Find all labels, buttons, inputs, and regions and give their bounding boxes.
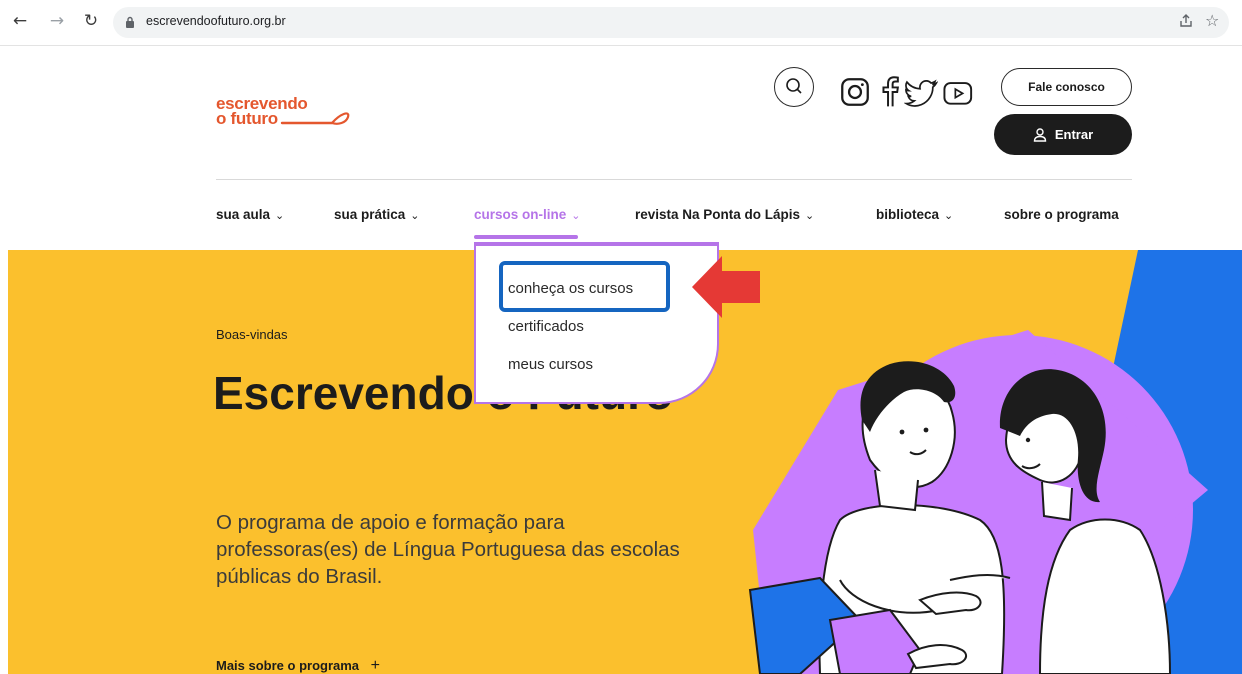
forward-icon[interactable]: → bbox=[46, 10, 68, 32]
search-button[interactable] bbox=[774, 67, 814, 107]
mais-sobre-label: Mais sobre o programa bbox=[216, 658, 360, 673]
nav-label: revista Na Ponta do Lápis bbox=[635, 207, 801, 222]
nav-label: sua aula bbox=[216, 207, 271, 222]
search-icon bbox=[786, 78, 802, 94]
fale-conosco-button[interactable]: Fale conosco bbox=[1001, 68, 1132, 106]
user-icon bbox=[1033, 127, 1047, 142]
reload-icon[interactable]: ↻ bbox=[80, 10, 102, 32]
annotation-highlight-box bbox=[499, 261, 670, 312]
site-logo[interactable]: escrevendo o futuro bbox=[216, 95, 350, 127]
nav-sua-pratica[interactable]: sua prática ⌄ bbox=[334, 207, 420, 222]
nav-revista[interactable]: revista Na Ponta do Lápis ⌄ bbox=[635, 207, 814, 222]
nav-label: sobre o programa bbox=[1004, 207, 1119, 222]
twitter-icon[interactable] bbox=[904, 76, 938, 110]
nav-label: biblioteca bbox=[876, 207, 940, 222]
facebook-icon[interactable] bbox=[873, 75, 907, 109]
hero-description: O programa de apoio e formação para prof… bbox=[216, 511, 680, 588]
dropdown-item-certificados[interactable]: certificados bbox=[508, 318, 584, 335]
dropdown-item-meus-cursos[interactable]: meus cursos bbox=[508, 356, 593, 373]
chevron-down-icon: ⌄ bbox=[805, 210, 815, 222]
nav-sua-aula[interactable]: sua aula ⌄ bbox=[216, 207, 284, 222]
plus-icon: + bbox=[370, 657, 381, 674]
chevron-down-icon: ⌄ bbox=[944, 210, 954, 222]
fale-conosco-label: Fale conosco bbox=[1028, 80, 1105, 94]
nav-label: cursos on-line bbox=[474, 207, 567, 222]
mais-sobre-link[interactable]: Mais sobre o programa + bbox=[216, 657, 380, 674]
share-icon[interactable] bbox=[1178, 13, 1194, 33]
chevron-down-icon: ⌄ bbox=[571, 210, 581, 222]
header-divider bbox=[216, 179, 1132, 180]
nav-label: sua prática bbox=[334, 207, 406, 222]
entrar-button[interactable]: Entrar bbox=[994, 114, 1132, 155]
bookmark-star-icon[interactable]: ☆ bbox=[1205, 11, 1219, 30]
entrar-label: Entrar bbox=[1054, 127, 1094, 142]
back-icon[interactable]: ← bbox=[9, 10, 31, 32]
hero-eyebrow: Boas-vindas bbox=[216, 327, 288, 342]
logo-underline-icon bbox=[280, 112, 350, 125]
hero-illustration bbox=[748, 361, 1172, 674]
browser-toolbar: ← → ↻ escrevendoofuturo.org.br ☆ bbox=[0, 0, 1242, 46]
chevron-down-icon: ⌄ bbox=[275, 210, 285, 222]
chevron-down-icon: ⌄ bbox=[410, 210, 420, 222]
url-text: escrevendoofuturo.org.br bbox=[146, 14, 286, 28]
instagram-icon[interactable] bbox=[838, 75, 872, 109]
youtube-icon[interactable] bbox=[942, 77, 976, 111]
lock-icon bbox=[126, 16, 134, 28]
nav-cursos-on-line[interactable]: cursos on-line ⌄ bbox=[474, 207, 580, 222]
address-bar[interactable]: escrevendoofuturo.org.br ☆ bbox=[113, 7, 1229, 38]
nav-biblioteca[interactable]: biblioteca ⌄ bbox=[876, 207, 953, 222]
active-nav-indicator bbox=[474, 235, 578, 239]
annotation-arrow-icon bbox=[692, 256, 760, 318]
nav-sobre-o-programa[interactable]: sobre o programa bbox=[1004, 207, 1119, 222]
